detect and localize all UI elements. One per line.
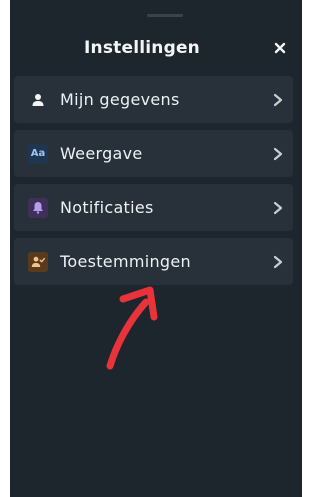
- text-size-icon-glyph: Aa: [30, 148, 46, 159]
- menu-item-label: Mijn gegevens: [60, 90, 180, 109]
- menu-item-label: Toestemmingen: [60, 252, 191, 271]
- menu-item-label: Notificaties: [60, 198, 154, 217]
- menu-item-notificaties[interactable]: Notificaties: [14, 184, 293, 231]
- chevron-right-icon: [273, 147, 283, 160]
- menu-item-mijn-gegevens[interactable]: Mijn gegevens: [14, 76, 293, 123]
- user-check-icon: [28, 251, 48, 272]
- text-size-icon: Aa: [28, 143, 48, 164]
- menu-item-weergave[interactable]: Aa Weergave: [14, 130, 293, 177]
- user-icon: [28, 90, 48, 110]
- settings-menu: Mijn gegevens Aa Weergave Notificaties T…: [14, 76, 293, 292]
- menu-item-label: Weergave: [60, 144, 143, 163]
- close-button[interactable]: [272, 40, 288, 56]
- chevron-right-icon: [273, 201, 283, 214]
- close-icon: [274, 42, 286, 54]
- drag-handle[interactable]: [147, 14, 183, 17]
- bell-icon: [28, 197, 48, 218]
- chevron-right-icon: [273, 93, 283, 106]
- chevron-right-icon: [273, 255, 283, 268]
- menu-item-toestemmingen[interactable]: Toestemmingen: [14, 238, 293, 285]
- page-title: Instellingen: [84, 38, 200, 58]
- annotation-arrow: [106, 286, 158, 370]
